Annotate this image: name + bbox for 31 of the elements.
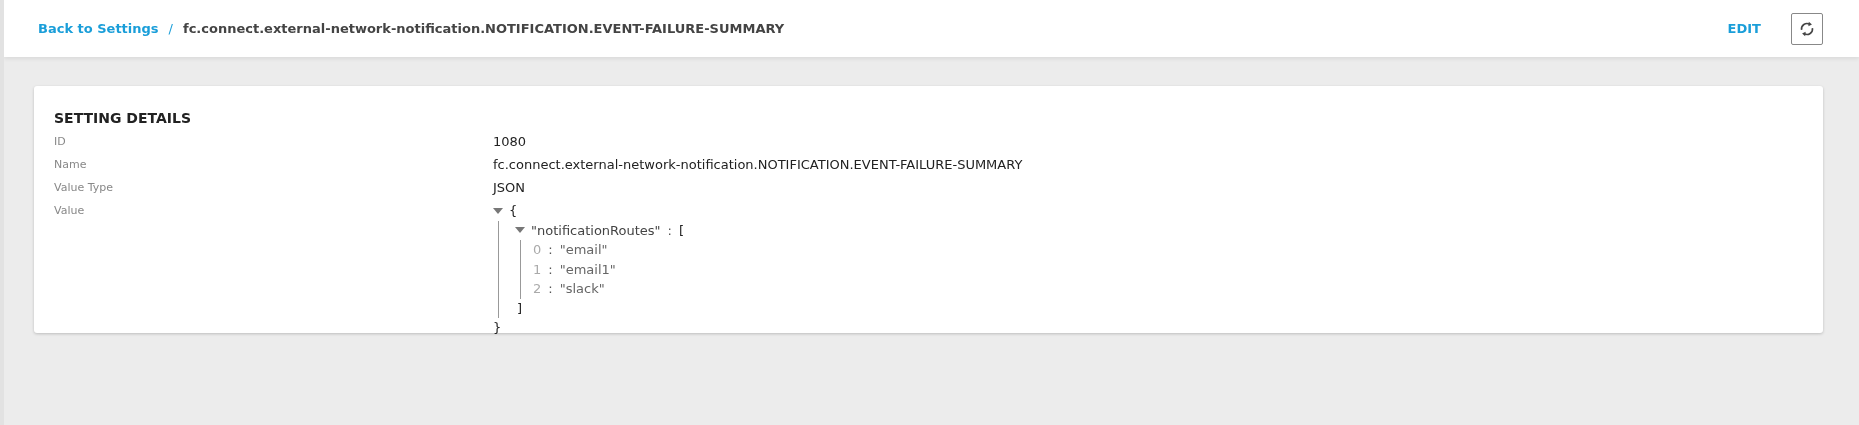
collapse-toggle-icon[interactable]	[493, 207, 503, 214]
field-label: ID	[54, 134, 67, 150]
json-bracket: [	[678, 222, 685, 238]
array-index: 0	[533, 242, 542, 258]
back-link[interactable]: Back to Settings	[38, 21, 159, 36]
json-bracket: {	[509, 203, 518, 219]
refresh-button[interactable]	[1791, 12, 1823, 45]
json-string: "slack"	[559, 281, 605, 297]
edit-button[interactable]: EDIT	[1723, 19, 1765, 38]
breadcrumb-separator: /	[168, 21, 173, 36]
card-title: SETTING DETAILS	[54, 110, 192, 126]
array-index: 2	[533, 281, 542, 297]
collapse-toggle-icon[interactable]	[515, 227, 525, 234]
json-string: "email1"	[559, 261, 616, 277]
field-value: JSON	[493, 179, 526, 197]
json-colon: :	[548, 242, 553, 258]
json-colon: :	[667, 222, 672, 238]
field-value: fc.connect.external-network-notification.NOTIFICATION.EVENT-FAILURE-SUMMARY	[493, 156, 1023, 174]
json-bracket: }	[493, 320, 502, 336]
refresh-icon	[1798, 19, 1816, 38]
json-string: "email"	[559, 242, 608, 258]
json-key: "notificationRoutes"	[531, 222, 661, 238]
array-index: 1	[533, 261, 542, 277]
field-label: Name	[54, 157, 88, 173]
json-colon: :	[548, 281, 553, 297]
json-colon: :	[548, 261, 553, 277]
page-title: fc.connect.external-network-notification.NOTIFICATION.EVENT-FAILURE-SUMMARY	[183, 21, 785, 36]
field-value: 1080	[493, 133, 527, 151]
field-label: Value	[54, 203, 86, 219]
field-label: Value Type	[54, 180, 114, 196]
json-bracket: ]	[517, 300, 523, 316]
